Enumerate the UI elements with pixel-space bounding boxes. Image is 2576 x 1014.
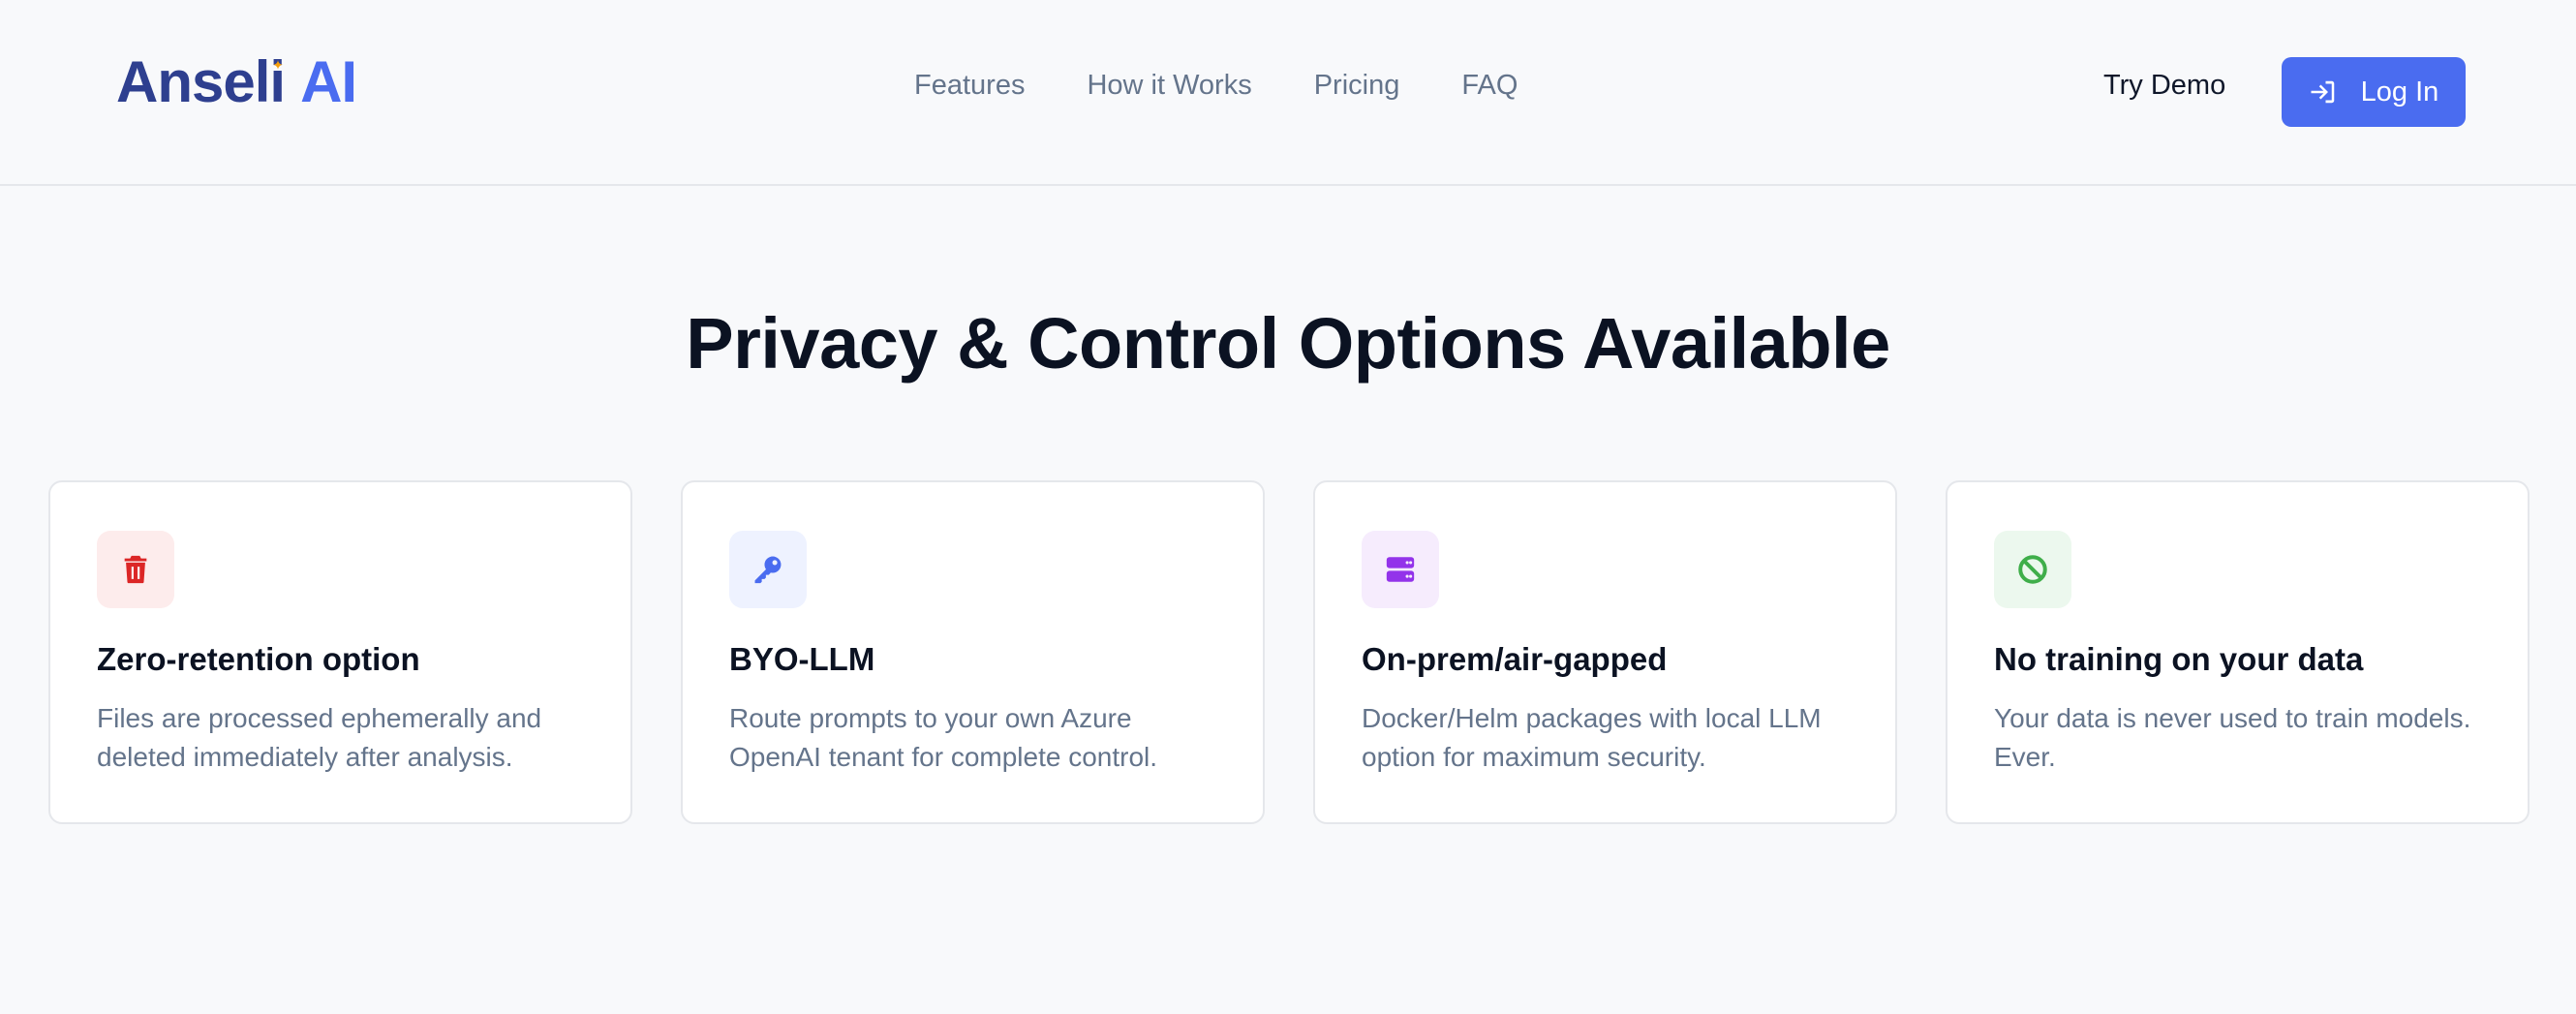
ban-icon (2018, 555, 2047, 584)
section-title: Privacy & Control Options Available (686, 303, 1890, 384)
icon-container (97, 531, 174, 608)
icon-container (729, 531, 807, 608)
nav-link-how-it-works[interactable]: How it Works (1087, 70, 1251, 102)
key-icon (754, 556, 782, 584)
icon-container (1994, 531, 2071, 608)
site-header: Anseli ✦ AI Features How it Works Pricing… (0, 0, 2576, 186)
card-description: Files are processed ephemerally and dele… (97, 703, 542, 772)
feature-card-zero-retention: Zero-retention option Files are processe… (48, 480, 632, 824)
feature-card-no-training: No training on your data Your data is ne… (1946, 480, 2530, 824)
logo[interactable]: Anseli ✦ AI (116, 48, 357, 115)
nav-link-faq[interactable]: FAQ (1461, 70, 1518, 102)
sign-in-icon (2311, 80, 2334, 104)
try-demo-link[interactable]: Try Demo (2103, 70, 2225, 102)
login-button-label: Log In (2360, 76, 2439, 108)
server-icon (1386, 557, 1415, 582)
card-title: No training on your data (1994, 641, 2364, 677)
nav-link-pricing[interactable]: Pricing (1314, 70, 1400, 102)
feature-card-on-prem: On-prem/air-gapped Docker/Helm packages … (1313, 480, 1897, 824)
sparkle-icon: ✦ (272, 57, 284, 73)
feature-cards: Zero-retention option Files are processe… (48, 480, 2530, 824)
icon-container (1362, 531, 1439, 608)
main-nav: Features How it Works Pricing FAQ (914, 70, 1518, 102)
logo-text-accent: AI (300, 49, 357, 114)
logo-text-primary: Anseli ✦ (116, 49, 286, 114)
trash-icon (124, 555, 147, 584)
feature-card-byo-llm: BYO-LLM Route prompts to your own Azure … (681, 480, 1265, 824)
card-title: Zero-retention option (97, 641, 420, 677)
nav-link-features[interactable]: Features (914, 70, 1025, 102)
card-title: On-prem/air-gapped (1362, 641, 1668, 677)
login-button[interactable]: Log In (2282, 57, 2466, 127)
card-description: Docker/Helm packages with local LLM opti… (1362, 703, 1822, 772)
card-description: Your data is never used to train models.… (1994, 703, 2471, 772)
card-description: Route prompts to your own Azure OpenAI t… (729, 703, 1158, 772)
card-title: BYO-LLM (729, 641, 875, 677)
